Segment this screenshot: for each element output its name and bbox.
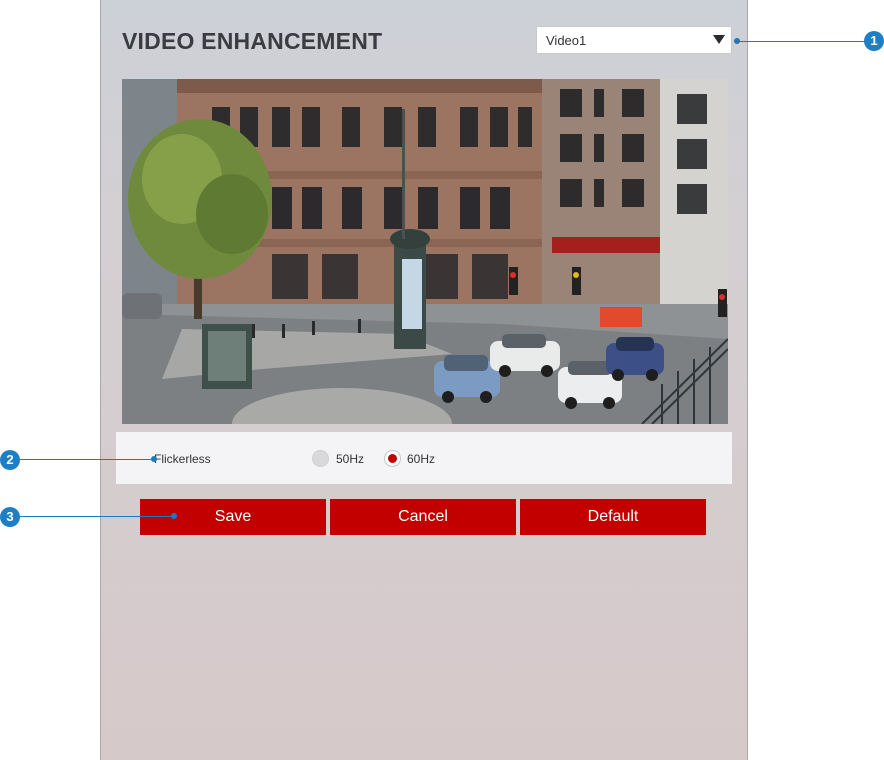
callout-2-badge: 2 [0, 450, 20, 470]
flickerless-row: Flickerless 50Hz 60Hz [116, 432, 732, 484]
callout-1-line [737, 41, 865, 42]
radio-50hz-label: 50Hz [336, 452, 365, 466]
callout-3-line [20, 516, 174, 517]
flickerless-label: Flickerless [154, 452, 211, 466]
callout-3-dot [171, 513, 177, 519]
radio-60hz[interactable] [384, 450, 401, 467]
video-preview [122, 79, 728, 424]
camera-preview-image [122, 79, 728, 424]
radio-60hz-label: 60Hz [407, 452, 436, 466]
callout-1-badge: 1 [864, 31, 884, 51]
video-select[interactable]: Video1 [536, 26, 732, 54]
callout-2-line [20, 459, 154, 460]
callout-3-badge: 3 [0, 507, 20, 527]
video-select-value: Video1 [546, 33, 587, 48]
chevron-down-icon [713, 35, 725, 44]
page-title: VIDEO ENHANCEMENT [122, 28, 383, 54]
callout-2-dot [151, 456, 157, 462]
cancel-button[interactable]: Cancel [330, 499, 516, 535]
save-button[interactable]: Save [140, 499, 326, 535]
radio-50hz[interactable] [312, 450, 329, 467]
default-button[interactable]: Default [520, 499, 706, 535]
stage: VIDEO ENHANCEMENT Video1 Flickerless 50H… [0, 0, 884, 760]
